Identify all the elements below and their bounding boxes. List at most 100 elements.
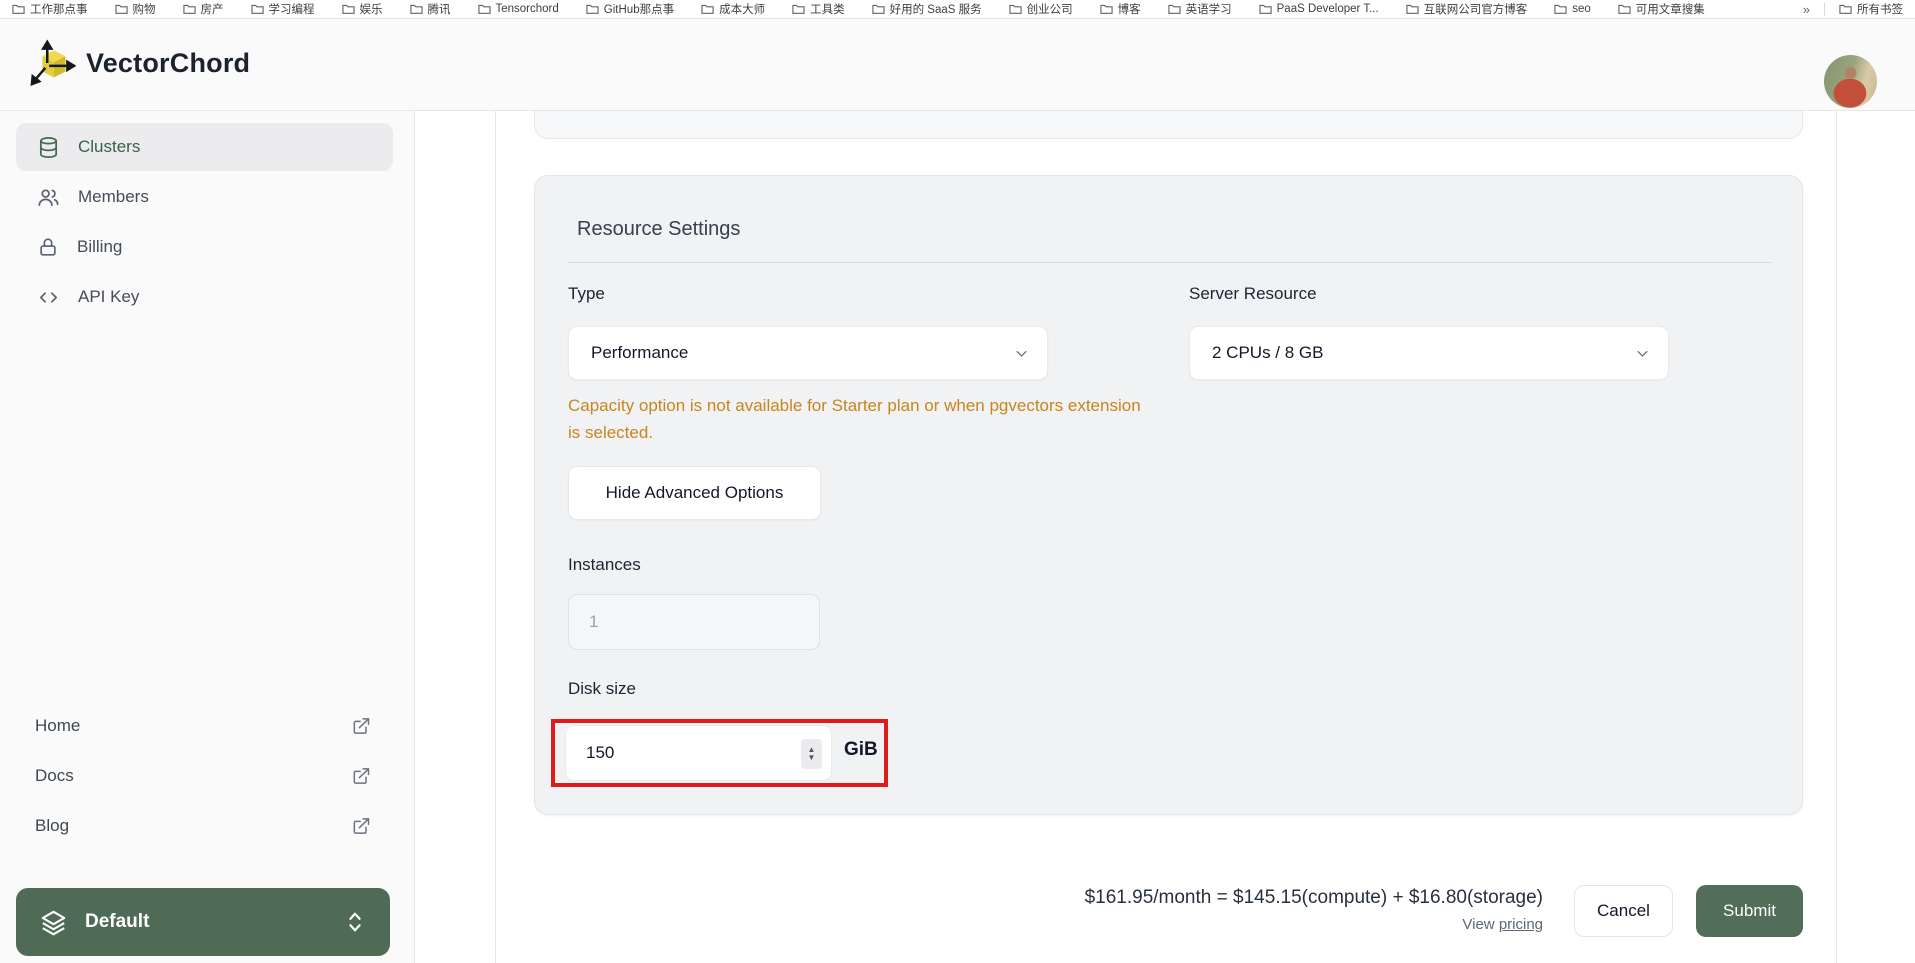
bookmark-item[interactable]: PaaS Developer T... <box>1258 1 1379 17</box>
sidebar-item-label: API Key <box>78 287 140 306</box>
sidebar-item-label: Billing <box>77 237 123 256</box>
bookmark-label: 可用文章搜集 <box>1635 4 1705 16</box>
folder-icon <box>792 4 805 14</box>
folder-icon <box>341 4 355 14</box>
bookmark-label: 英语学习 <box>1185 4 1232 16</box>
layers-icon <box>41 910 66 935</box>
server-resource-select-value: 2 CPUs / 8 GB <box>1212 343 1324 362</box>
folder-icon <box>1406 4 1419 14</box>
disk-size-input[interactable]: 150 ▲ ▼ <box>565 725 832 781</box>
external-link-icon <box>353 818 370 834</box>
sidebar-item-label: Clusters <box>78 137 141 156</box>
folder-icon <box>701 4 714 14</box>
bookmark-label: 好用的 SaaS 服务 <box>889 4 982 16</box>
folder-icon <box>1099 4 1113 14</box>
instances-input: 1 <box>568 594 820 650</box>
lock-icon <box>40 238 56 256</box>
hide-advanced-options-button[interactable]: Hide Advanced Options <box>568 466 821 520</box>
submit-button[interactable]: Submit <box>1696 885 1803 937</box>
card-divider <box>567 262 1772 263</box>
disk-size-label: Disk size <box>568 679 637 698</box>
folder-icon <box>477 4 491 14</box>
database-icon <box>39 136 58 158</box>
pricing-link[interactable]: pricing <box>1499 916 1543 933</box>
chevrons-up-down-icon <box>349 912 361 932</box>
sidebar-item-members[interactable]: Members <box>16 173 393 221</box>
sidebar-link-docs[interactable]: Docs <box>0 751 415 801</box>
bookmark-item[interactable]: 房产 <box>182 1 224 17</box>
bookmark-item[interactable]: 工作那点事 <box>12 1 88 17</box>
capacity-warning-text: Capacity option is not available for Sta… <box>568 396 1141 442</box>
sidebar-nav: Clusters Members Billing API Key <box>16 123 393 321</box>
bookmark-label: 博客 <box>1117 4 1141 16</box>
folder-icon <box>1618 4 1631 14</box>
instances-label: Instances <box>568 555 641 574</box>
app-header: VectorChord <box>0 19 1915 111</box>
bookmark-item[interactable]: 购物 <box>114 1 156 17</box>
folder-icon <box>12 4 25 14</box>
chevron-down-icon <box>1637 350 1648 357</box>
bookmark-item[interactable]: 工具类 <box>792 1 845 17</box>
stepper-down-icon[interactable]: ▼ <box>808 754 816 762</box>
number-stepper[interactable]: ▲ ▼ <box>801 739 822 769</box>
sidebar-link-label: Docs <box>35 766 74 785</box>
cancel-button[interactable]: Cancel <box>1574 885 1673 937</box>
users-icon <box>38 188 59 206</box>
sidebar-item-label: Members <box>78 187 149 206</box>
bookmark-item[interactable]: 好用的 SaaS 服务 <box>871 1 982 17</box>
folder-icon <box>1554 4 1567 14</box>
folder-icon <box>1258 4 1272 14</box>
sidebar-link-blog[interactable]: Blog <box>0 801 415 851</box>
bookmark-label: 工具类 <box>810 4 845 16</box>
bookmark-item[interactable]: 可用文章搜集 <box>1618 1 1705 17</box>
code-icon <box>39 291 58 303</box>
sidebar-item-api-key[interactable]: API Key <box>16 273 393 321</box>
bookmark-item[interactable]: 创业公司 <box>1008 1 1073 17</box>
sidebar-external-links: Home Docs Blog <box>0 701 415 851</box>
bookmark-label: 工作那点事 <box>30 4 88 16</box>
sidebar-item-clusters[interactable]: Clusters <box>16 123 393 171</box>
disk-size-value: 150 <box>586 743 615 762</box>
app-logo[interactable]: VectorChord <box>30 39 250 87</box>
external-link-icon <box>353 768 370 784</box>
bookmarks-bar: 工作那点事 购物 房产 学习编程 娱乐 腾讯 Tensorchord GitHu… <box>0 0 1915 19</box>
folder-icon <box>1008 4 1022 14</box>
bookmark-item[interactable]: 学习编程 <box>250 1 315 17</box>
all-bookmarks-button[interactable]: 所有书签 <box>1839 1 1903 17</box>
bookmark-label: 房产 <box>200 4 224 16</box>
bookmark-label: GitHub那点事 <box>603 4 675 16</box>
bookmarks-overflow-chevron-icon[interactable]: » <box>1803 2 1810 17</box>
type-select[interactable]: Performance <box>568 326 1048 380</box>
bookmark-item[interactable]: 互联网公司官方博客 <box>1406 1 1528 17</box>
bookmarks-separator <box>1824 2 1825 16</box>
bookmark-label: 购物 <box>132 4 156 16</box>
bookmark-label: PaaS Developer T... <box>1276 3 1379 15</box>
chevron-down-icon <box>1016 350 1027 357</box>
server-resource-select[interactable]: 2 CPUs / 8 GB <box>1189 326 1669 380</box>
bookmark-item[interactable]: 成本大师 <box>701 1 765 17</box>
instances-value: 1 <box>589 612 599 631</box>
bookmark-label: 娱乐 <box>359 4 383 16</box>
bookmark-item[interactable]: 腾讯 <box>409 1 451 17</box>
sidebar-link-home[interactable]: Home <box>0 701 415 751</box>
folder-icon <box>409 4 423 14</box>
folder-icon <box>114 4 128 14</box>
bookmark-item[interactable]: seo <box>1554 1 1591 17</box>
price-summary-block: $161.95/month = $145.15(compute) + $16.8… <box>496 887 1543 933</box>
view-pricing-prefix: View <box>1462 916 1499 933</box>
previous-card-partial <box>534 111 1803 139</box>
project-switcher[interactable]: Default <box>16 888 390 956</box>
bookmark-item[interactable]: 娱乐 <box>341 1 383 17</box>
external-link-icon <box>353 718 370 734</box>
resource-settings-card: Resource Settings Type Server Resource P… <box>534 175 1803 815</box>
bookmark-label: 互联网公司官方博客 <box>1423 4 1528 16</box>
sidebar-item-billing[interactable]: Billing <box>16 223 393 271</box>
bookmark-label: 腾讯 <box>427 4 451 16</box>
bookmark-item[interactable]: 博客 <box>1099 1 1141 17</box>
bookmark-item[interactable]: 英语学习 <box>1167 1 1232 17</box>
sidebar-link-label: Blog <box>35 816 70 835</box>
folder-icon <box>250 4 264 14</box>
bookmark-item[interactable]: Tensorchord <box>477 1 559 17</box>
user-avatar[interactable] <box>1824 55 1877 108</box>
bookmark-item[interactable]: GitHub那点事 <box>586 1 674 17</box>
